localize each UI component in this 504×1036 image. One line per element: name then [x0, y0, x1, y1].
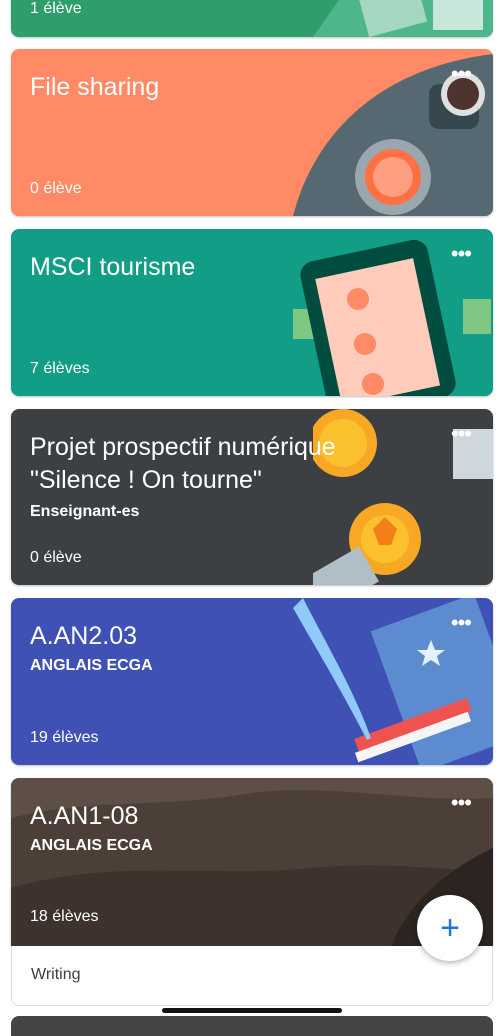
home-indicator[interactable] [162, 1008, 342, 1013]
more-options-icon[interactable]: ••• [451, 612, 472, 634]
upcoming-work-row[interactable]: Writing [11, 946, 493, 1006]
more-options-icon[interactable]: ••• [451, 423, 472, 445]
add-icon[interactable]: + [417, 895, 483, 961]
student-count: 0 élève [30, 180, 82, 197]
student-count: 7 élèves [30, 360, 90, 377]
more-options-icon[interactable]: ••• [451, 243, 472, 265]
class-title[interactable]: Projet prospectif numérique "Silence ! O… [30, 431, 336, 497]
class-card[interactable]: File sharing ••• 0 élève [11, 49, 493, 216]
class-section: ANGLAIS ECGA [30, 657, 153, 674]
class-card[interactable]: MSCI tourisme ••• 7 élèves [11, 229, 493, 396]
student-count: 0 élève [30, 549, 82, 566]
class-section: ANGLAIS ECGA [30, 837, 153, 854]
class-card-peek [11, 1016, 493, 1036]
more-options-icon[interactable]: ••• [451, 63, 472, 85]
class-title[interactable]: MSCI tourisme [30, 251, 195, 284]
more-options-icon[interactable]: ••• [451, 792, 472, 814]
class-card[interactable]: Projet prospectif numérique "Silence ! O… [11, 409, 493, 585]
class-title-line: "Silence ! On tourne" [30, 466, 262, 494]
student-count: 1 élève [30, 0, 82, 17]
class-card[interactable]: A.AN2.03 ANGLAIS ECGA ••• 19 élèves [11, 598, 493, 765]
class-title[interactable]: A.AN1-08 [30, 800, 138, 833]
upcoming-work-label: Writing [31, 966, 81, 983]
class-section: Enseignant-es [30, 503, 140, 520]
student-count: 19 élèves [30, 729, 99, 746]
class-card[interactable]: 1 élève [11, 0, 493, 37]
card-illustration [313, 0, 493, 37]
student-count: 18 élèves [30, 908, 99, 925]
class-title[interactable]: A.AN2.03 [30, 620, 137, 653]
class-title[interactable]: File sharing [30, 71, 159, 104]
class-title-line: Projet prospectif numérique [30, 433, 336, 461]
